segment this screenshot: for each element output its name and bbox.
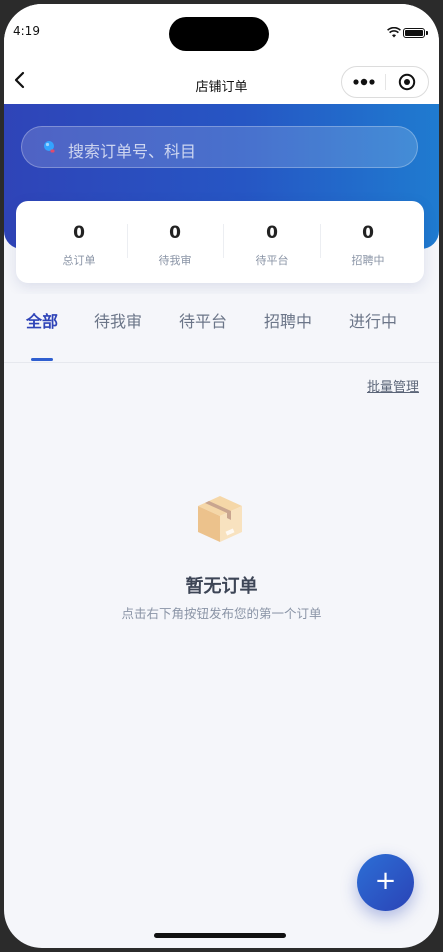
battery-icon: [403, 28, 425, 38]
search-placeholder: 搜索订单号、科目: [68, 142, 197, 161]
more-dots-icon[interactable]: [352, 76, 378, 88]
search-icon: [44, 141, 55, 153]
status-bar: 4:19: [4, 4, 439, 56]
stat-value: 0: [73, 223, 85, 243]
stat-label: 总订单: [62, 254, 96, 267]
stat-pending-platform[interactable]: 0 待平台: [224, 201, 320, 283]
stat-label: 待我审: [158, 254, 192, 267]
empty-state-subtitle: 点击右下角按钮发布您的第一个订单: [121, 606, 322, 621]
stat-total-orders[interactable]: 0 总订单: [31, 201, 127, 283]
target-circle-icon[interactable]: [398, 73, 416, 91]
active-tab-indicator: [31, 358, 53, 361]
tab-in-progress[interactable]: 进行中: [349, 308, 397, 332]
status-time: 4:19: [13, 24, 40, 38]
mini-program-capsule: [341, 66, 429, 98]
empty-state-title: 暂无订单: [185, 576, 258, 597]
stat-value: 0: [266, 223, 278, 243]
stat-label: 招聘中: [351, 254, 385, 267]
stat-value: 0: [362, 223, 374, 243]
tab-pending-platform[interactable]: 待平台: [179, 308, 227, 332]
navigation-bar: 店铺订单: [4, 56, 439, 104]
wifi-icon: [387, 27, 401, 38]
battery-tip: [426, 31, 428, 35]
stat-label: 待平台: [255, 254, 289, 267]
capsule-divider: [385, 74, 386, 90]
batch-manage-link[interactable]: 批量管理: [367, 376, 419, 395]
stat-value: 0: [169, 223, 181, 243]
stat-recruiting[interactable]: 0 招聘中: [320, 201, 416, 283]
home-indicator: [154, 933, 286, 938]
tab-all[interactable]: 全部: [26, 308, 58, 332]
tab-pending-my-review[interactable]: 待我审: [94, 308, 142, 332]
add-order-button[interactable]: +: [357, 854, 414, 911]
order-tabs: 全部 待我审 待平台 招聘中 进行中: [4, 294, 439, 363]
package-box-icon: [198, 496, 242, 542]
phone-screen: 4:19 店铺订单 搜索订单号、科目 0 总订单 0 待我审 0 待平台 0 招…: [4, 4, 439, 948]
tab-recruiting[interactable]: 招聘中: [264, 308, 312, 332]
dynamic-island: [169, 17, 269, 51]
stats-card: 0 总订单 0 待我审 0 待平台 0 招聘中: [16, 201, 424, 283]
stat-pending-my-review[interactable]: 0 待我审: [127, 201, 223, 283]
search-input[interactable]: 搜索订单号、科目: [21, 126, 418, 168]
